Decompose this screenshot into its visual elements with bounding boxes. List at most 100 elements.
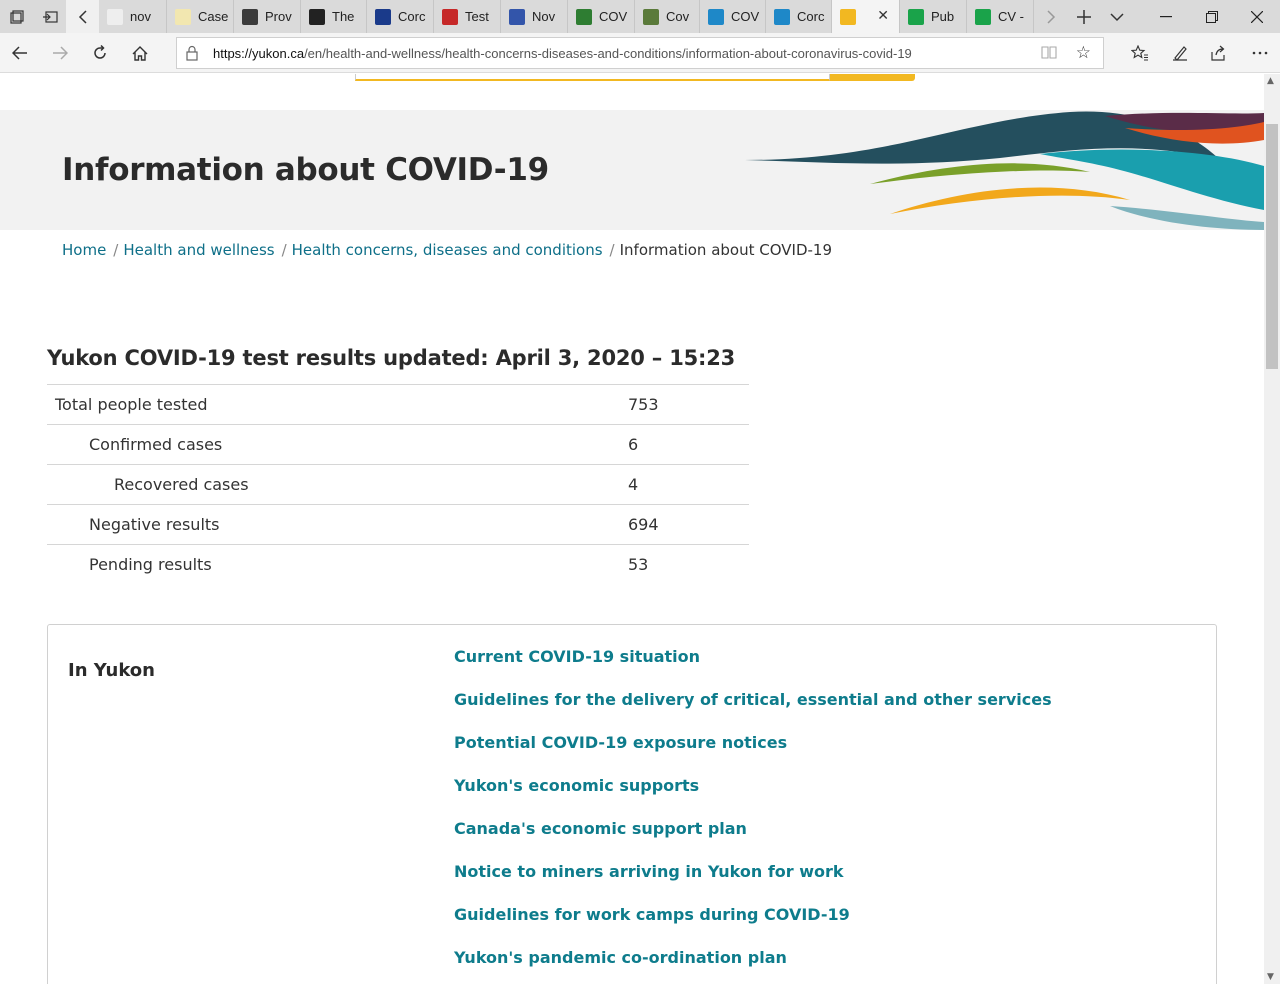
tab-favicon-icon (708, 8, 724, 25)
tab-strip: nov Case Prov The Corc Test Nov COV Cov COV Corc ✕ P… (0, 0, 1280, 33)
tab-label: Test (465, 9, 489, 24)
reading-view-icon[interactable] (1041, 45, 1057, 62)
favorites-icon[interactable] (1120, 33, 1160, 73)
refresh-icon[interactable] (80, 33, 120, 73)
list-item: Guidelines for work camps during COVID-1… (454, 905, 1052, 948)
site-search-button[interactable] (830, 74, 915, 81)
tab-favicon-icon (375, 8, 391, 25)
back-icon[interactable] (0, 33, 40, 73)
table-row: Pending results 53 (47, 544, 749, 585)
tab-favicon-icon (175, 8, 191, 25)
scroll-down-arrow-icon[interactable]: ▼ (1267, 972, 1274, 982)
link-exposure-notices[interactable]: Potential COVID-19 exposure notices (454, 733, 787, 752)
browser-tab[interactable]: CV - (967, 0, 1034, 33)
browser-tab[interactable]: Corc (766, 0, 832, 33)
notes-pen-icon[interactable] (1160, 33, 1200, 73)
browser-tab[interactable]: Prov (234, 0, 301, 33)
list-item: Yukon's economic supports (454, 776, 1052, 819)
in-yukon-heading: In Yukon (68, 660, 155, 681)
close-tab-icon[interactable]: ✕ (877, 8, 889, 24)
tab-label: Corc (398, 9, 426, 24)
tab-favicon-icon (643, 8, 659, 25)
table-row: Total people tested 753 (47, 384, 749, 425)
yukon-wave-graphic (745, 111, 1264, 230)
tab-label: Prov (265, 9, 292, 24)
link-yukon-economic-supports[interactable]: Yukon's economic supports (454, 776, 699, 795)
set-tabs-aside-icon[interactable] (33, 0, 66, 33)
tab-favicon-icon (309, 8, 325, 25)
browser-tab[interactable]: Pub (900, 0, 967, 33)
tab-label: Corc (797, 9, 825, 24)
row-value: 6 (628, 435, 639, 454)
browser-tab[interactable]: Test (434, 0, 501, 33)
link-work-camps[interactable]: Guidelines for work camps during COVID-1… (454, 905, 850, 924)
site-search-input[interactable] (355, 74, 830, 81)
forward-icon[interactable] (40, 33, 80, 73)
tab-scroll-left-icon[interactable] (66, 0, 99, 33)
lock-icon (186, 45, 198, 61)
tab-label: The (332, 9, 355, 24)
browser-tab[interactable]: Corc (367, 0, 434, 33)
tab-label: Pub (931, 9, 955, 24)
row-label: Negative results (89, 515, 220, 534)
tab-label: Nov (532, 9, 556, 24)
row-label: Total people tested (55, 395, 208, 414)
tab-favicon-icon (576, 8, 592, 25)
table-row: Confirmed cases 6 (47, 424, 749, 465)
browser-toolbar: https://yukon.ca/en/health-and-wellness/… (0, 33, 1280, 73)
minimize-icon[interactable] (1143, 0, 1189, 33)
tab-label: Case (198, 9, 229, 24)
scrollbar-thumb[interactable] (1266, 124, 1278, 369)
new-tab-icon[interactable] (1067, 0, 1100, 33)
table-row: Negative results 694 (47, 504, 749, 545)
in-yukon-links: Current COVID-19 situation Guidelines fo… (454, 647, 1052, 984)
tab-scroll-right-icon[interactable] (1034, 0, 1067, 33)
link-canada-economic-plan[interactable]: Canada's economic support plan (454, 819, 747, 838)
test-results-table: Total people tested 753 Confirmed cases … (47, 384, 749, 585)
row-label: Confirmed cases (89, 435, 223, 454)
row-label: Recovered cases (114, 475, 249, 494)
browser-tab[interactable]: Nov (501, 0, 568, 33)
in-yukon-panel: In Yukon Current COVID-19 situation Guid… (47, 624, 1217, 984)
tab-actions-icon[interactable] (0, 0, 33, 33)
tab-label: Cov (666, 9, 690, 24)
home-icon[interactable] (120, 33, 160, 73)
tab-label: COV (599, 9, 628, 24)
tab-preview-chevron-icon[interactable] (1100, 0, 1133, 33)
tab-favicon-icon (242, 8, 258, 25)
more-icon[interactable] (1240, 33, 1280, 73)
breadcrumb-health-concerns[interactable]: Health concerns, diseases and conditions (292, 241, 603, 259)
page-title: Information about COVID-19 (62, 152, 549, 188)
browser-tab[interactable]: The (301, 0, 367, 33)
row-value: 53 (628, 555, 649, 575)
tab-favicon-icon (774, 8, 790, 25)
vertical-scrollbar[interactable]: ▲ ▼ (1264, 74, 1280, 984)
browser-tab[interactable]: Cov (635, 0, 700, 33)
restore-icon[interactable] (1189, 0, 1235, 33)
page-banner: Information about COVID-19 (0, 110, 1264, 230)
browser-tab[interactable]: COV (568, 0, 635, 33)
share-icon[interactable] (1199, 33, 1239, 73)
breadcrumb-separator: / (113, 241, 119, 259)
url-text[interactable]: https://yukon.ca/en/health-and-wellness/… (213, 46, 912, 61)
close-window-icon[interactable] (1234, 0, 1280, 33)
row-label: Pending results (89, 555, 212, 575)
browser-tab[interactable]: Case (167, 0, 234, 33)
breadcrumb-health-and-wellness[interactable]: Health and wellness (123, 241, 274, 259)
tab-favicon-icon (509, 8, 525, 25)
scroll-up-arrow-icon[interactable]: ▲ (1267, 76, 1274, 86)
browser-tab[interactable]: ✕ (832, 0, 900, 33)
tab-favicon-icon (840, 8, 856, 25)
browser-tab[interactable]: nov (99, 0, 167, 33)
link-current-situation[interactable]: Current COVID-19 situation (454, 647, 700, 666)
browser-tab[interactable]: COV (700, 0, 766, 33)
link-miners-notice[interactable]: Notice to miners arriving in Yukon for w… (454, 862, 844, 881)
tab-label: CV - (998, 9, 1024, 24)
address-bar[interactable]: https://yukon.ca/en/health-and-wellness/… (176, 37, 1104, 69)
link-pandemic-plan[interactable]: Yukon's pandemic co-ordination plan (454, 948, 787, 967)
link-delivery-guidelines[interactable]: Guidelines for the delivery of critical,… (454, 690, 1052, 709)
favorite-star-icon[interactable]: ☆ (1076, 43, 1091, 63)
breadcrumb-home[interactable]: Home (62, 241, 106, 259)
test-results-heading: Yukon COVID-19 test results updated: Apr… (47, 346, 736, 370)
tab-favicon-icon (908, 8, 924, 25)
